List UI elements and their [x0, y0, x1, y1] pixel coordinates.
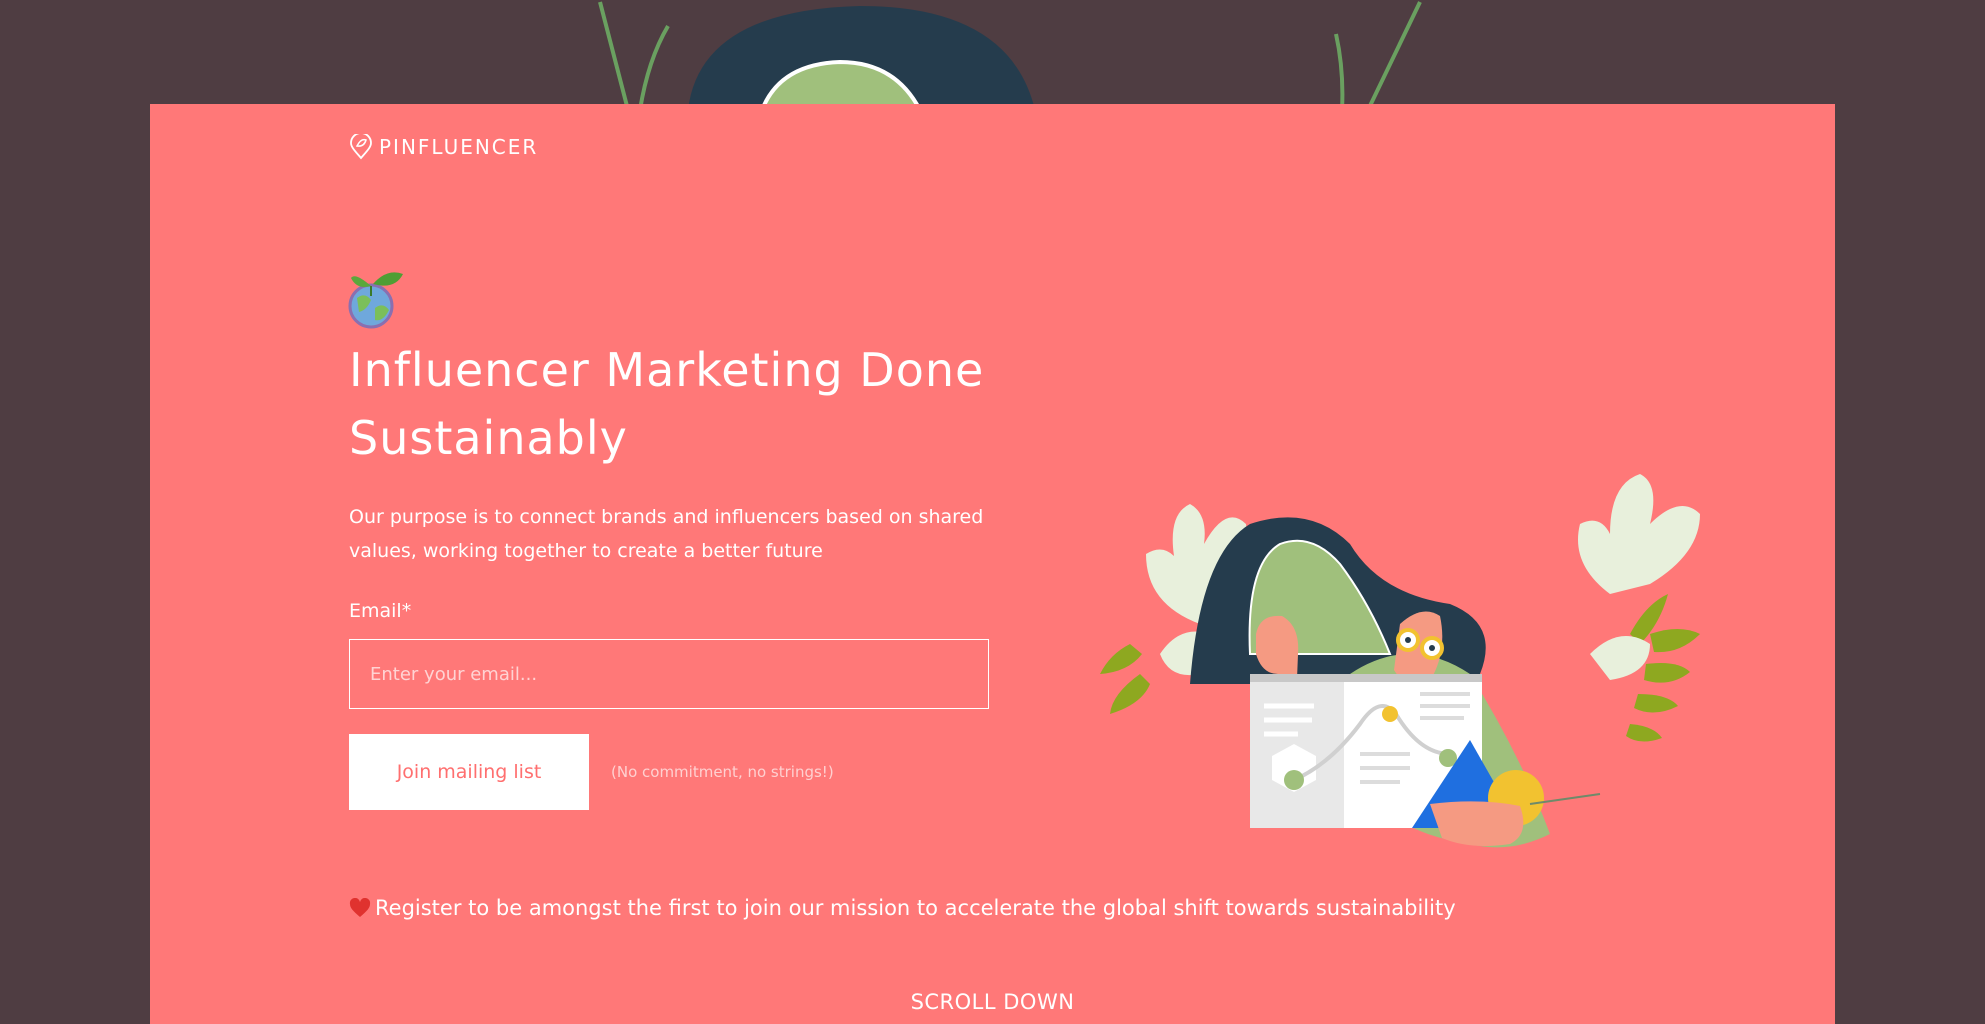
- red-heart-icon: [349, 898, 371, 917]
- pin-leaf-icon: [350, 134, 372, 160]
- purpose-text: Our purpose is to connect brands and inf…: [349, 506, 984, 562]
- email-label: Email*: [349, 600, 412, 622]
- background-illustration: [598, 1, 1422, 110]
- scroll-down-link[interactable]: SCROLL DOWN: [150, 990, 1835, 1014]
- email-field[interactable]: [349, 639, 989, 709]
- hero-illustration: [1100, 474, 1700, 848]
- page-title: Influencer Marketing Done Sustainably: [349, 343, 985, 465]
- globe-plant-icon: [348, 272, 403, 329]
- join-mailing-list-button[interactable]: Join mailing list: [349, 734, 589, 810]
- register-callout: Register to be amongst the first to join…: [349, 896, 1456, 920]
- brand-name: PINFLUENCER: [379, 135, 539, 159]
- brand-logo[interactable]: PINFLUENCER: [349, 134, 538, 160]
- register-text: Register to be amongst the first to join…: [375, 896, 1456, 920]
- commitment-note: (No commitment, no strings!): [611, 763, 834, 781]
- hero-card: PINFLUENCER Influencer Marketing Done Su…: [150, 104, 1835, 1024]
